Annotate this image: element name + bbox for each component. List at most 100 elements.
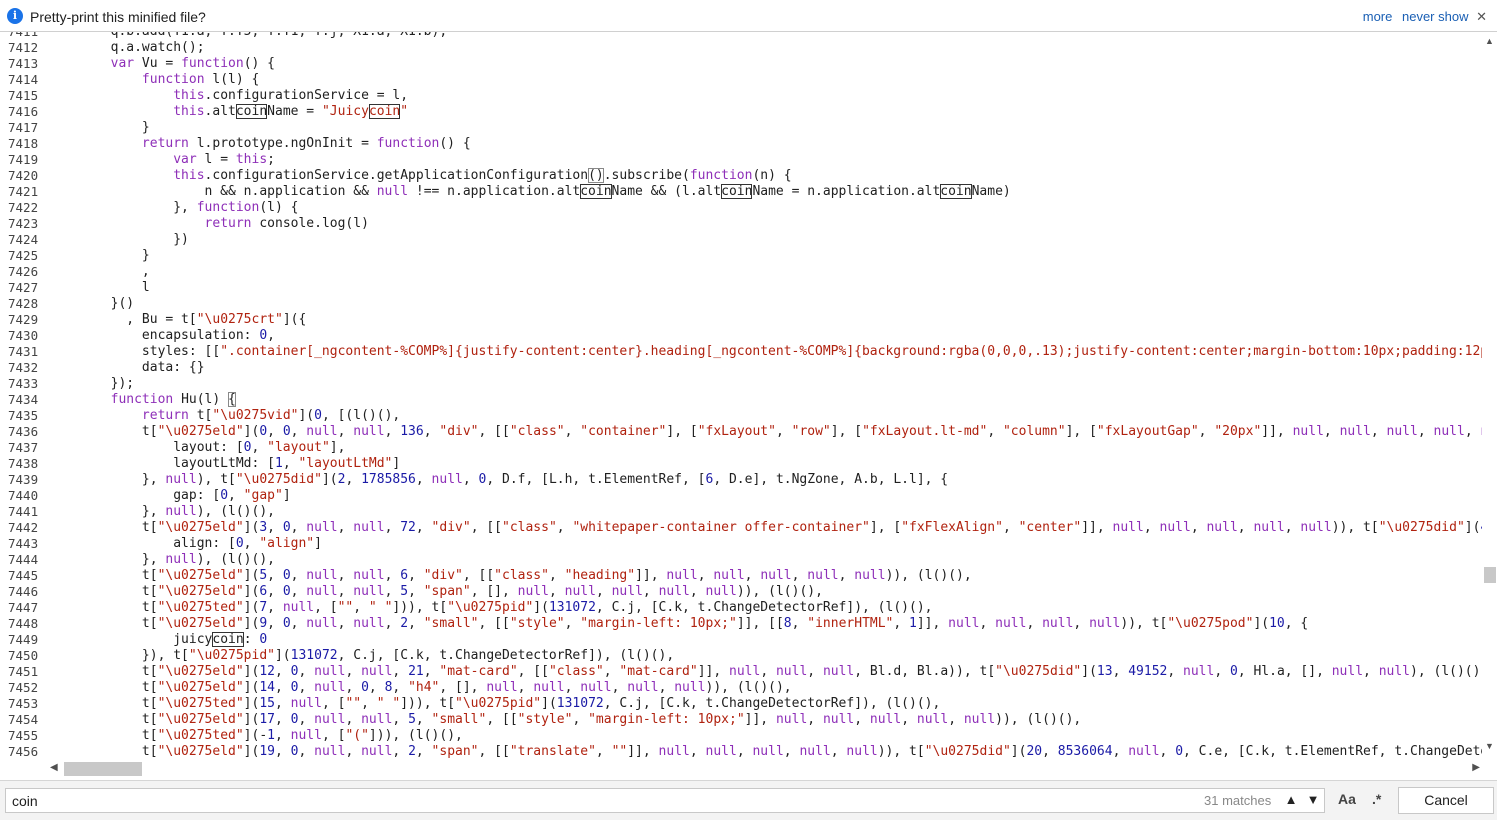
code-token: q.a.watch(); (48, 40, 205, 55)
code-line[interactable]: 7446 t["\u0275eld"](6, 0, null, null, 5,… (0, 584, 1482, 600)
code-line[interactable]: 7416 this.altcoinName = "Juicycoin" (0, 104, 1482, 120)
code-line[interactable]: 7441 }, null), (l()(), (0, 504, 1482, 520)
scroll-up-icon[interactable]: ▲ (1484, 36, 1495, 46)
chevron-up-icon[interactable]: ▲ (1280, 789, 1302, 811)
code-line[interactable]: 7440 gap: [0, "gap"] (0, 488, 1482, 504)
regex-button[interactable]: .* (1372, 791, 1381, 807)
match-case-button[interactable]: Aa (1338, 791, 1356, 807)
code-token: "mat-card" (619, 664, 698, 679)
vertical-scroll-thumb[interactable] (1484, 567, 1496, 583)
code-token: null (705, 584, 737, 599)
chevron-down-icon[interactable]: ▼ (1302, 789, 1324, 811)
code-token: ], [ (666, 424, 698, 439)
code-line[interactable]: 7427 l (0, 280, 1482, 296)
code-line[interactable]: 7450 }), t["\u0275pid"](131072, C.j, [C.… (0, 648, 1482, 664)
code-token: , (517, 680, 534, 695)
scroll-right-icon[interactable]: ▶ (1472, 762, 1480, 773)
code-token: , (1112, 744, 1129, 759)
cancel-button[interactable]: Cancel (1398, 787, 1494, 814)
code-line[interactable]: 7454 t["\u0275eld"](17, 0, null, null, 5… (0, 712, 1482, 728)
code-line[interactable]: 7429 , Bu = t["\u0275crt"]({ (0, 312, 1482, 328)
code-token: null (658, 584, 690, 599)
code-token: Name = (267, 104, 322, 119)
code-line[interactable]: 7415 this.configurationService = l, (0, 88, 1482, 104)
code-token: ]( (1081, 664, 1097, 679)
horizontal-scrollbar[interactable]: ◀ ▶ (48, 761, 1482, 776)
code-line[interactable]: 7431 styles: [[".container[_ngcontent-%C… (0, 344, 1482, 360)
code-line[interactable]: 7426 , (0, 264, 1482, 280)
code-token: "\u0275vid" (212, 408, 299, 423)
code-token: , (274, 664, 291, 679)
code-line[interactable]: 7449 juicycoin: 0 (0, 632, 1482, 648)
code-line[interactable]: 7424 }) (0, 232, 1482, 248)
code-token: ])), t[ (400, 696, 456, 711)
code-line[interactable]: 7417 } (0, 120, 1482, 136)
code-line[interactable]: 7422 }, function(l) { (0, 200, 1482, 216)
code-line[interactable]: 7433 }); (0, 376, 1482, 392)
horizontal-scroll-thumb[interactable] (64, 762, 142, 776)
code-token: l.prototype.ngOnInit = (188, 136, 377, 151)
code-token: ]( (243, 520, 260, 535)
code-token: function (689, 168, 753, 183)
code-line[interactable]: 7421 n && n.application && null !== n.ap… (0, 184, 1482, 200)
code-token: ]], (744, 712, 776, 727)
code-line[interactable]: 7432 data: {} (0, 360, 1482, 376)
code-token: }, (48, 472, 166, 487)
line-number: 7420 (8, 168, 39, 183)
search-input[interactable] (5, 788, 1325, 813)
scroll-down-icon[interactable]: ▼ (1484, 741, 1495, 751)
code-line[interactable]: 7434 function Hu(l) { (0, 392, 1482, 408)
code-line[interactable]: 7444 }, null), (l()(), (0, 552, 1482, 568)
code-line[interactable]: 7420 this.configurationService.getApplic… (0, 168, 1482, 184)
code-line[interactable]: 7411 q.b.add(Y1.a, Y.Y5, Y.Y1, Y.j, X1.a… (0, 32, 1482, 40)
code-line[interactable]: 7423 return console.log(l) (0, 216, 1482, 232)
code-line[interactable]: 7430 encapsulation: 0, (0, 328, 1482, 344)
code-line[interactable]: 7439 }, null), t["\u0275did"](2, 1785856… (0, 472, 1482, 488)
close-icon[interactable]: ✕ (1476, 9, 1487, 24)
code-line[interactable]: 7419 var l = this; (0, 152, 1482, 168)
code-line[interactable]: 7437 layout: [0, "layout"], (0, 440, 1482, 456)
code-line[interactable]: 7451 t["\u0275eld"](12, 0, null, null, 2… (0, 664, 1482, 680)
code-line[interactable]: 7436 t["\u0275eld"](0, 0, null, null, 13… (0, 424, 1482, 440)
code-token: null (760, 568, 792, 583)
code-token: 1785856 (361, 472, 416, 487)
code-line[interactable]: 7456 t["\u0275eld"](19, 0, null, null, 2… (0, 744, 1482, 760)
code-token: , (1167, 664, 1184, 679)
code-token: "20px" (1214, 424, 1262, 439)
line-code: var l = this; (48, 152, 275, 168)
code-line[interactable]: 7455 t["\u0275ted"](-1, null, ["("])), (… (0, 728, 1482, 744)
vertical-scrollbar[interactable]: ▲ ▼ (1482, 32, 1497, 761)
code-line[interactable]: 7413 var Vu = function() { (0, 56, 1482, 72)
more-link[interactable]: more (1363, 9, 1393, 24)
code-token: null (306, 520, 338, 535)
code-line[interactable]: 7425 } (0, 248, 1482, 264)
code-line[interactable]: 7452 t["\u0275eld"](14, 0, null, 0, 8, "… (0, 680, 1482, 696)
line-number: 7416 (8, 104, 39, 119)
code-line[interactable]: 7435 return t["\u0275vid"](0, [(l()(), (0, 408, 1482, 424)
search-match: coin (212, 632, 244, 647)
code-token: }, (48, 200, 197, 215)
never-show-link[interactable]: never show (1402, 9, 1468, 24)
code-line[interactable]: 7418 return l.prototype.ngOnInit = funct… (0, 136, 1482, 152)
code-line[interactable]: 7448 t["\u0275eld"](9, 0, null, null, 2,… (0, 616, 1482, 632)
code-token: , (368, 680, 385, 695)
code-token: console.log(l) (251, 216, 369, 231)
code-line[interactable]: 7438 layoutLtMd: [1, "layoutLtMd"] (0, 456, 1482, 472)
code-line[interactable]: 7442 t["\u0275eld"](3, 0, null, null, 72… (0, 520, 1482, 536)
line-code: q.b.add(Y1.a, Y.Y5, Y.Y1, Y.j, X1.a, X1.… (48, 32, 448, 40)
code-line[interactable]: 7447 t["\u0275ted"](7, null, ["", " "]))… (0, 600, 1482, 616)
line-number: 7423 (8, 216, 39, 231)
code-line[interactable]: 7443 align: [0, "align"] (0, 536, 1482, 552)
code-line[interactable]: 7453 t["\u0275ted"](15, null, ["", " "])… (0, 696, 1482, 712)
code-line[interactable]: 7445 t["\u0275eld"](5, 0, null, null, 6,… (0, 568, 1482, 584)
code-token: "layout" (267, 440, 330, 455)
code-token: null (361, 744, 393, 759)
code-token: "(" (345, 728, 369, 743)
code-line[interactable]: 7412 q.a.watch(); (0, 40, 1482, 56)
code-line[interactable]: 7428 }() (0, 296, 1482, 312)
scroll-left-icon[interactable]: ◀ (50, 762, 58, 773)
search-match: coin (580, 184, 612, 199)
code-line[interactable]: 7414 function l(l) { (0, 72, 1482, 88)
code-editor[interactable]: 7411 q.b.add(Y1.a, Y.Y5, Y.Y1, Y.j, X1.a… (0, 32, 1482, 761)
